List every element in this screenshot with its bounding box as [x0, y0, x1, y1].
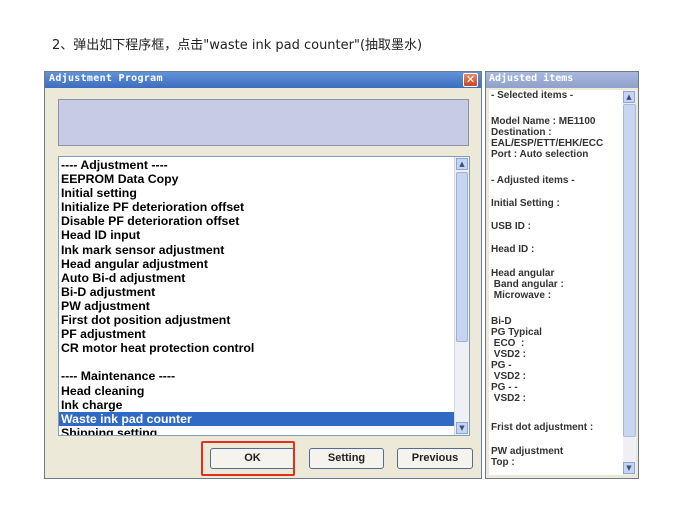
list-item[interactable]: PF adjustment: [59, 327, 454, 341]
instruction-caption: 2、弹出如下程序框，点击"waste ink pad counter"(抽取墨水…: [52, 38, 423, 53]
panel-line: ECO :: [491, 338, 525, 349]
list-item-selected[interactable]: Waste ink pad counter: [59, 411, 454, 426]
panel-line: VSD2 :: [491, 393, 527, 404]
panel-line: Bi-D: [491, 316, 512, 327]
setting-button[interactable]: Setting: [309, 448, 384, 469]
list-item[interactable]: PW adjustment: [59, 299, 454, 313]
panel-titlebar: Adjusted items: [486, 72, 638, 88]
panel-line: Band angular :: [491, 279, 564, 290]
list-item[interactable]: Disable PF deterioration offset: [59, 214, 454, 228]
panel-line: Microwave :: [491, 290, 552, 301]
list-item[interactable]: Head cleaning: [59, 384, 454, 398]
list-item: [59, 355, 454, 369]
scroll-thumb[interactable]: [456, 172, 468, 342]
panel-line: EAL/ESP/ETT/EHK/ECC: [491, 138, 604, 149]
panel-line: Top :: [491, 457, 515, 468]
panel-line: Initial Setting :: [491, 198, 560, 209]
panel-line: PG -: [491, 360, 512, 371]
dialog-title: Adjustment Program: [49, 73, 163, 84]
list-item[interactable]: Auto Bi-d adjustment: [59, 271, 454, 285]
panel-line: USB ID :: [491, 221, 531, 232]
info-display-box: [58, 99, 469, 146]
panel-line: Head angular: [491, 268, 555, 279]
listbox-scrollbar[interactable]: ▲ ▼: [454, 157, 469, 435]
list-item[interactable]: Initialize PF deterioration offset: [59, 200, 454, 214]
scroll-up-arrow-icon[interactable]: ▲: [623, 91, 635, 103]
adjusted-items-panel: Adjusted items - Selected items - Model N…: [485, 71, 639, 479]
panel-line: Frist dot adjustment :: [491, 422, 594, 433]
previous-button[interactable]: Previous: [397, 448, 473, 469]
list-item[interactable]: ---- Maintenance ----: [59, 369, 454, 383]
panel-scroll-thumb[interactable]: [623, 104, 636, 437]
panel-line: Port : Auto selection: [491, 149, 589, 160]
panel-line: PG Typical: [491, 327, 542, 338]
panel-line: Model Name : ME1100: [491, 116, 596, 127]
list-item[interactable]: Shipping setting: [59, 426, 454, 435]
panel-line: Head ID :: [491, 244, 535, 255]
list-item[interactable]: ---- Adjustment ----: [59, 158, 454, 172]
panel-title: Adjusted items: [489, 73, 574, 84]
dialog-titlebar[interactable]: Adjustment Program ✕: [45, 72, 481, 88]
panel-line: VSD2 :: [491, 371, 527, 382]
list-item[interactable]: Head angular adjustment: [59, 257, 454, 271]
program-listbox[interactable]: ---- Adjustment ---- EEPROM Data Copy Init…: [58, 156, 470, 436]
scroll-down-arrow-icon[interactable]: ▼: [623, 462, 635, 474]
list-item[interactable]: Ink mark sensor adjustment: [59, 243, 454, 257]
panel-scrollbar[interactable]: ▲ ▼: [623, 90, 636, 475]
list-item[interactable]: Head ID input: [59, 228, 454, 242]
list-item[interactable]: Bi-D adjustment: [59, 285, 454, 299]
close-icon[interactable]: ✕: [463, 73, 478, 87]
panel-line: - Selected items -: [491, 90, 574, 101]
list-item[interactable]: Ink charge: [59, 398, 454, 412]
scroll-down-arrow-icon[interactable]: ▼: [456, 422, 468, 434]
panel-line: - Adjusted items -: [491, 175, 575, 186]
list-item[interactable]: EEPROM Data Copy: [59, 172, 454, 186]
list-item[interactable]: First dot position adjustment: [59, 313, 454, 327]
scroll-up-arrow-icon[interactable]: ▲: [456, 158, 468, 170]
panel-line: Destination :: [491, 127, 552, 138]
ok-highlight-box: [201, 441, 295, 476]
panel-line: PG - -: [491, 382, 518, 393]
panel-text-area: - Selected items - Model Name : ME1100 Des…: [489, 90, 623, 475]
list-item[interactable]: CR motor heat protection control: [59, 341, 454, 355]
panel-line: VSD2 :: [491, 349, 527, 360]
panel-line: PW adjustment: [491, 446, 564, 457]
adjustment-program-dialog: Adjustment Program ✕ ---- Adjustment ---…: [44, 71, 482, 479]
list-item[interactable]: Initial setting: [59, 186, 454, 200]
